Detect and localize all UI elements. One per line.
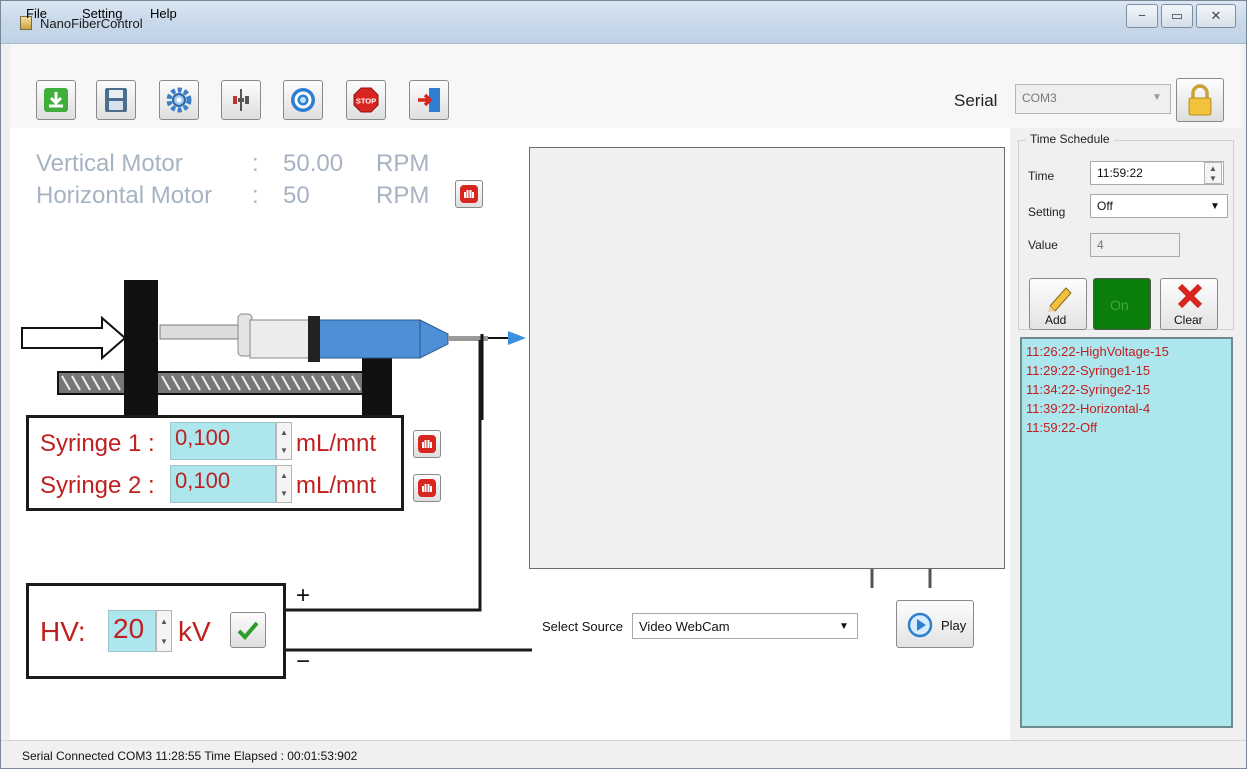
clear-x-icon: [1177, 283, 1203, 309]
syringe-2-unit: mL/mnt: [296, 472, 377, 499]
video-source-select[interactable]: Video WebCam: [632, 613, 858, 639]
vertical-motor-separator: :: [252, 150, 259, 177]
time-label: Time: [1028, 169, 1055, 183]
save-icon: [105, 88, 127, 112]
negative-terminal: −: [296, 648, 311, 675]
pump-icon: [233, 89, 249, 111]
list-item[interactable]: 11:59:22-Off: [1026, 420, 1097, 435]
clear-label: Clear: [1174, 313, 1203, 327]
stop-sign-icon: STOP: [353, 87, 379, 113]
status-bar: Serial Connected COM3 11:28:55 Time Elap…: [0, 740, 1247, 769]
settings-gear-icon: [166, 87, 192, 113]
add-button[interactable]: Add: [1029, 278, 1087, 330]
vertical-motor-unit: RPM: [376, 150, 430, 177]
stand-legs: [870, 568, 932, 588]
svg-text:STOP: STOP: [356, 97, 376, 106]
schedule-list[interactable]: 11:26:22-HighVoltage-15 11:29:22-Syringe…: [1020, 337, 1233, 728]
menu-bar: [10, 44, 1242, 70]
close-button[interactable]: ✕: [1196, 4, 1236, 28]
vertical-motor-label: Vertical Motor: [36, 150, 183, 177]
play-label: Play: [941, 618, 967, 633]
plunger-rod: [159, 324, 241, 340]
value-input[interactable]: 4: [1090, 233, 1180, 257]
vertical-motor-value: 50.00: [283, 150, 344, 177]
on-label: On: [1110, 297, 1129, 313]
syringe-1-stop-button[interactable]: [413, 430, 441, 458]
stop-hand-icon: [418, 479, 436, 497]
minimize-button[interactable]: −: [1126, 4, 1158, 28]
menu-file[interactable]: File: [26, 6, 47, 21]
syringe-2-stop-button[interactable]: [413, 474, 441, 502]
stop-button[interactable]: STOP: [346, 80, 386, 120]
pump-button[interactable]: [221, 80, 261, 120]
stop-hand-icon: [460, 185, 478, 203]
value-label: Value: [1028, 238, 1058, 252]
syringe-2-label: Syringe 2 :: [40, 472, 155, 499]
hv-apply-button[interactable]: [230, 612, 266, 648]
pencil-icon: [1048, 287, 1072, 312]
serial-port-select[interactable]: COM3: [1015, 84, 1171, 114]
positive-terminal: +: [296, 582, 311, 609]
clear-button[interactable]: Clear: [1160, 278, 1218, 330]
stop-hand-icon: [418, 435, 436, 453]
chevron-down-icon: ▼: [839, 621, 849, 632]
check-icon: [237, 621, 259, 640]
push-arrow: [21, 315, 127, 361]
serial-label: Serial: [954, 91, 998, 110]
list-item[interactable]: 11:39:22-Horizontal-4: [1026, 401, 1150, 416]
hv-label: HV:: [40, 616, 86, 647]
setting-label: Setting: [1028, 205, 1066, 219]
hv-value-input[interactable]: 20: [108, 610, 156, 652]
exit-button[interactable]: [409, 80, 449, 120]
status-text: Serial Connected COM3 11:28:55 Time Elap…: [22, 749, 358, 763]
save-button[interactable]: [96, 80, 136, 120]
exit-door-icon: [418, 88, 440, 112]
syringe-2-rate-input[interactable]: 0,100: [170, 465, 276, 503]
title-bar: [0, 0, 1247, 44]
play-icon: [907, 612, 933, 638]
menu-help[interactable]: Help: [150, 6, 177, 21]
hv-stepper[interactable]: ▲ ▼: [156, 610, 172, 652]
target-button[interactable]: [283, 80, 323, 120]
list-item[interactable]: 11:34:22-Syringe2-15: [1026, 382, 1150, 397]
settings-button[interactable]: [159, 80, 199, 120]
horizontal-motor-value: 50: [283, 182, 310, 209]
hv-unit: kV: [178, 616, 211, 647]
list-item[interactable]: 11:26:22-HighVoltage-15: [1026, 344, 1169, 359]
left-pillar: [124, 280, 158, 420]
chevron-down-icon: ▼: [1210, 201, 1220, 212]
maximize-button[interactable]: ▭: [1161, 4, 1193, 28]
horizontal-motor-unit: RPM: [376, 182, 430, 209]
target-icon: [291, 88, 315, 112]
time-schedule-title: Time Schedule: [1026, 132, 1114, 146]
syringe-1-rate-input[interactable]: 0,100: [170, 422, 276, 460]
download-button[interactable]: [36, 80, 76, 120]
chevron-down-icon: ▼: [1152, 92, 1162, 103]
lock-button[interactable]: [1176, 78, 1224, 122]
time-stepper[interactable]: ▲ ▼: [1204, 162, 1222, 184]
syringe-1-stepper[interactable]: ▲ ▼: [276, 422, 292, 460]
on-toggle-button[interactable]: On: [1093, 278, 1151, 330]
menu-setting[interactable]: Setting: [82, 6, 122, 21]
setting-select[interactable]: Off: [1090, 194, 1228, 218]
syringe-1-unit: mL/mnt: [296, 430, 377, 457]
syringe-1-label: Syringe 1 :: [40, 430, 155, 457]
video-preview: [529, 147, 1005, 569]
syringe-2-stepper[interactable]: ▲ ▼: [276, 465, 292, 503]
lock-icon: [1188, 84, 1212, 116]
motor-stop-button[interactable]: [455, 180, 483, 208]
horizontal-motor-label: Horizontal Motor: [36, 182, 213, 209]
add-label: Add: [1045, 313, 1067, 327]
list-item[interactable]: 11:29:22-Syringe1-15: [1026, 363, 1150, 378]
select-source-label: Select Source: [542, 619, 623, 634]
horizontal-motor-separator: :: [252, 182, 259, 209]
download-icon: [44, 88, 68, 112]
play-button[interactable]: Play: [896, 600, 974, 648]
